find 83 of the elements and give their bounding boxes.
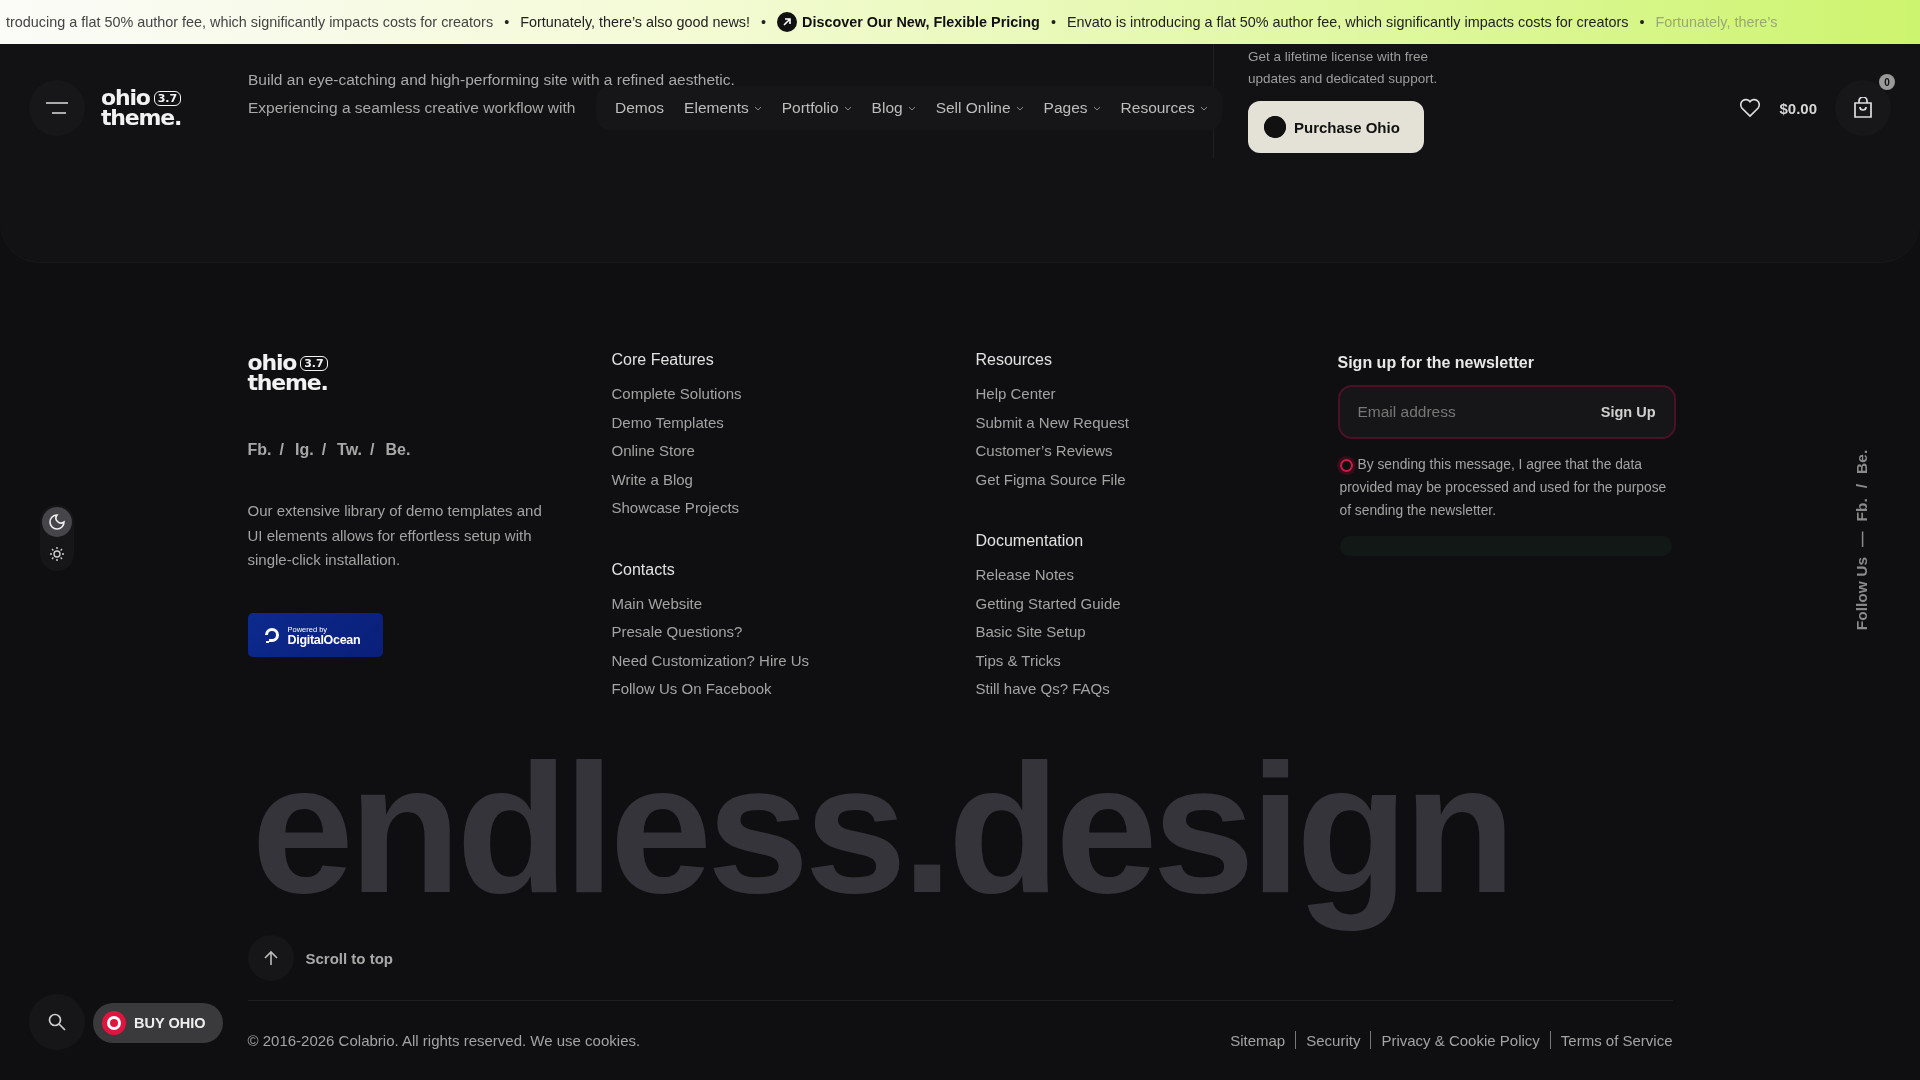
footer-link[interactable]: Demo Templates xyxy=(611,408,976,437)
separator-dot: • xyxy=(504,14,510,30)
arrow-circle-icon xyxy=(777,12,798,32)
legal-link[interactable]: Privacy & Cookie Policy xyxy=(1381,1031,1540,1049)
footer-link[interactable]: Follow Us On Facebook xyxy=(611,675,976,704)
footer-link[interactable]: Basic Site Setup xyxy=(975,618,1340,647)
circle-icon xyxy=(1264,116,1286,138)
social-link[interactable]: Fb. xyxy=(247,441,272,459)
separator-dot: • xyxy=(1639,14,1645,30)
nav-link[interactable]: Sell Online xyxy=(935,99,1024,117)
nav-link[interactable]: Resources xyxy=(1120,99,1208,117)
slash-separator: / xyxy=(321,441,327,459)
footer-link[interactable]: Submit a New Request xyxy=(975,408,1340,437)
footer-link[interactable]: Write a Blog xyxy=(611,465,976,494)
ticker-text: troducing a flat 50% author fee, which significantly impacts costs for creators xyxy=(6,14,494,30)
footer-link[interactable]: Tips & Tricks xyxy=(975,646,1340,675)
footer-link[interactable]: Need Customization? Hire Us xyxy=(611,646,976,675)
separator-dot: • xyxy=(1050,14,1056,30)
hero-text: Build an eye-catching and high-performing site with a refined aesthetic. xyxy=(248,70,735,90)
logo[interactable]: ohio 3.7 theme. xyxy=(247,353,328,393)
bag-icon xyxy=(1853,97,1873,119)
social-link[interactable]: Tw. xyxy=(337,441,362,459)
offer-text: Get a lifetime license with free xyxy=(1248,48,1430,66)
slash-separator: / xyxy=(1853,483,1871,489)
logo[interactable]: ohio 3.7 theme. xyxy=(101,88,182,128)
footer-link[interactable]: Showcase Projects xyxy=(611,494,976,523)
hero-text: Experiencing a seamless creative workflow with xyxy=(248,98,576,118)
nav-link[interactable]: Portfolio xyxy=(781,99,852,117)
moon-icon xyxy=(49,514,65,530)
social-link[interactable]: Be. xyxy=(1853,449,1871,474)
footer-link[interactable]: Presale Questions? xyxy=(611,618,976,647)
legal-link[interactable]: Sitemap xyxy=(1230,1031,1286,1049)
footer-link[interactable]: Online Store xyxy=(611,437,976,466)
follow-us-label: Follow Us xyxy=(1853,557,1871,631)
ticker-text: Envato is introducing a flat 50% author fee, which significantly impacts costs for creators xyxy=(1066,14,1629,30)
column-heading: Contacts xyxy=(611,559,676,580)
footer-link[interactable]: Get Figma Source File xyxy=(975,465,1340,494)
purchase-button[interactable]: Purchase Ohio xyxy=(1248,101,1424,153)
email-field[interactable]: Email address Sign Up xyxy=(1337,385,1676,439)
cart-total: $0.00 xyxy=(1779,99,1817,117)
footer-link[interactable]: Still have Qs? FAQs xyxy=(975,675,1340,704)
column-heading: Documentation xyxy=(975,531,1085,551)
nav-link[interactable]: Elements xyxy=(684,99,762,117)
ticker-text: Fortunately, there’s also good news! xyxy=(520,14,751,30)
dash-separator: — xyxy=(1853,531,1871,547)
footer-link[interactable]: Main Website xyxy=(611,589,976,618)
separator-dot: • xyxy=(761,14,767,30)
arrow-up-icon xyxy=(263,950,278,967)
pricing-link[interactable]: Discover Our New, Flexible Pricing xyxy=(777,12,1040,32)
consent-text: By sending this message, I agree that the data provided may be processed and used for the purpose of sending the newsletter. xyxy=(1339,456,1668,520)
badge-name: DigitalOcean xyxy=(287,634,361,646)
slash-separator: / xyxy=(369,441,375,459)
theme-option[interactable] xyxy=(42,507,72,537)
buy-button[interactable]: BUY OHIO xyxy=(93,1003,224,1043)
heart-icon[interactable] xyxy=(1739,98,1762,118)
slash-separator: / xyxy=(279,441,284,459)
sun-icon xyxy=(49,546,65,562)
offer-text: updates and dedicated support. xyxy=(1248,70,1438,88)
search-icon xyxy=(48,1013,66,1031)
ticker-text: Fortunately, there’s xyxy=(1655,14,1778,30)
ring-icon xyxy=(102,1011,126,1035)
footer-link[interactable]: Getting Started Guide xyxy=(975,589,1340,618)
footer-link[interactable]: Complete Solutions xyxy=(611,380,976,409)
footer-link[interactable]: Release Notes xyxy=(975,561,1340,590)
newsletter-heading: Sign up for the newsletter xyxy=(1337,354,1535,372)
column-heading: Resources xyxy=(975,350,1053,370)
scroll-top-link[interactable]: Scroll to top xyxy=(305,949,393,967)
nav-link[interactable]: Blog xyxy=(871,99,916,117)
footer-link[interactable]: Help Center xyxy=(975,380,1340,409)
legal-link[interactable]: Security xyxy=(1306,1031,1361,1049)
legal-link[interactable]: Terms of Service xyxy=(1560,1031,1673,1049)
copyright-text: © 2016-2026 Colabrio. All rights reserved. We use cookies. xyxy=(247,1031,641,1049)
sign-up-button[interactable]: Sign Up xyxy=(1590,398,1666,426)
social-link[interactable]: Fb. xyxy=(1853,498,1871,522)
nav-link[interactable]: Pages xyxy=(1043,99,1101,117)
social-link[interactable]: Ig. xyxy=(294,441,314,459)
consent-checkbox[interactable] xyxy=(1339,459,1353,472)
nav-link[interactable]: Demos xyxy=(615,99,665,117)
menu-icon xyxy=(46,102,68,114)
footer-link[interactable]: Customer’s Reviews xyxy=(975,437,1340,466)
social-link[interactable]: Be. xyxy=(385,441,411,459)
footer-description: Our extensive library of demo templates and UI elements allows for effortless setup with single-click installation. xyxy=(247,501,543,570)
column-heading: Core Features xyxy=(611,350,715,370)
